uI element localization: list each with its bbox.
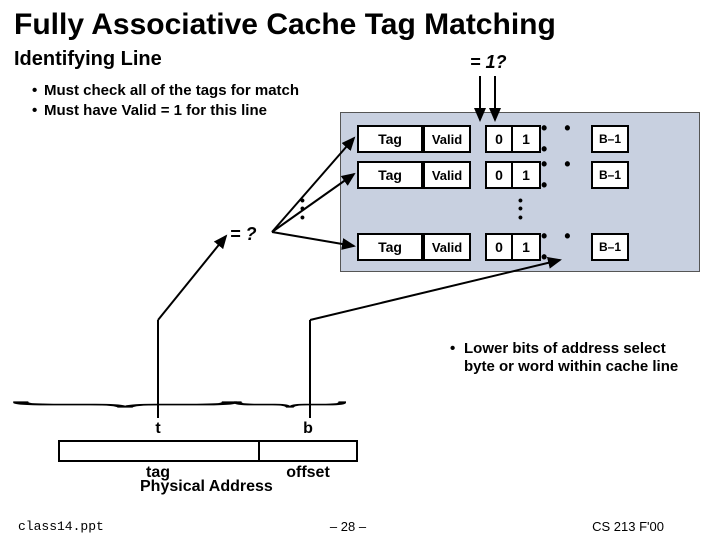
footer-course: CS 213 F'00 <box>592 519 664 534</box>
footer: class14.ppt – 28 – CS 213 F'00 <box>0 519 720 534</box>
bullet-2: Must have Valid = 1 for this line <box>44 101 267 121</box>
valid-cell: Valid <box>423 125 471 153</box>
brace-b: } <box>231 401 369 408</box>
cache-line-n: Tag Valid 0 1 • • • B–1 <box>357 233 629 261</box>
ellipsis: • • • <box>541 233 591 261</box>
cache-line-1: Tag Valid 0 1 • • • B–1 <box>357 125 629 153</box>
byte-0: 0 <box>485 233 513 261</box>
valid-cell: Valid <box>423 161 471 189</box>
tag-cell: Tag <box>357 233 423 261</box>
equals-1-label: = 1? <box>470 52 507 73</box>
cache-line-2: Tag Valid 0 1 • • • B–1 <box>357 161 629 189</box>
lower-bits-comment: •Lower bits of address select byte or wo… <box>450 340 680 376</box>
slide-title: Fully Associative Cache Tag Matching <box>0 0 720 42</box>
addr-b-bot: offset <box>258 464 358 482</box>
addr-b-top: b <box>258 420 358 438</box>
addr-tag-field <box>60 442 260 460</box>
tag-cell: Tag <box>357 161 423 189</box>
tag-cell: Tag <box>357 125 423 153</box>
byte-0: 0 <box>485 161 513 189</box>
byte-n: B–1 <box>591 161 629 189</box>
valid-cell: Valid <box>423 233 471 261</box>
ellipsis: • • • <box>541 125 591 153</box>
addr-offset-field <box>260 442 356 460</box>
addr-t-top: t <box>58 420 258 438</box>
byte-n: B–1 <box>591 125 629 153</box>
vertical-dots-right: ••• <box>518 196 523 221</box>
ellipsis: • • • <box>541 161 591 189</box>
address-diagram: t b tag offset <box>58 420 358 482</box>
footer-page: – 28 – <box>330 519 366 534</box>
equals-q-label: = ? <box>230 224 257 245</box>
byte-0: 0 <box>485 125 513 153</box>
physical-address-label: Physical Address <box>140 478 273 496</box>
byte-1: 1 <box>513 125 541 153</box>
byte-n: B–1 <box>591 233 629 261</box>
section-subtitle: Identifying Line <box>0 42 720 71</box>
byte-1: 1 <box>513 233 541 261</box>
footer-file: class14.ppt <box>18 519 104 534</box>
bullet-1: Must check all of the tags for match <box>44 81 299 101</box>
byte-1: 1 <box>513 161 541 189</box>
vertical-dots-left: ••• <box>300 196 305 221</box>
